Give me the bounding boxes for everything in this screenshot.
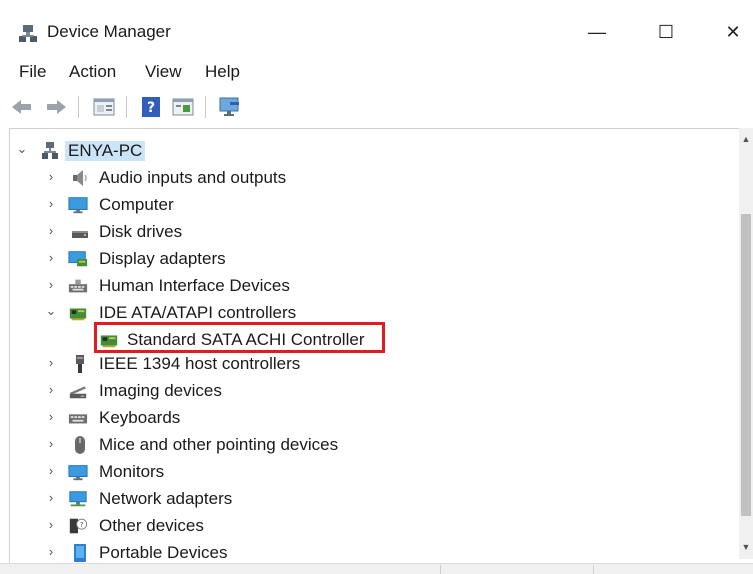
keyboard-device-icon <box>68 279 88 293</box>
properties-icon <box>93 98 115 116</box>
tree-item-disk-drives[interactable]: › Disk drives <box>10 219 740 245</box>
controller-card-icon <box>69 308 87 321</box>
tree-item-label: Display adapters <box>99 249 226 268</box>
tree-root-label: ENYA-PC <box>65 141 146 161</box>
chevron-right-icon[interactable]: › <box>44 517 58 532</box>
tree-item-human-interface-devices[interactable]: › Human Interface Devices <box>10 273 740 299</box>
menu-help[interactable]: Help <box>205 62 240 82</box>
chevron-right-icon[interactable]: › <box>44 250 58 265</box>
portable-device-icon <box>74 544 86 562</box>
monitor-icon <box>68 197 88 214</box>
network-adapter-icon <box>69 491 87 507</box>
chevron-right-icon[interactable]: › <box>44 196 58 211</box>
tree-item-audio[interactable]: › Audio inputs and outputs <box>10 165 740 191</box>
window-title: Device Manager <box>47 22 171 41</box>
tree-item-label: Disk drives <box>99 222 183 241</box>
tree-item-label: Network adapters <box>99 489 233 508</box>
scroll-down-icon[interactable]: ▼ <box>739 540 753 554</box>
tree-item-ieee-1394[interactable]: › IEEE 1394 host controllers <box>10 351 740 377</box>
title-bar: Device Manager — ☐ ✕ <box>0 0 753 62</box>
show-hide-console-tree-icon <box>172 98 194 116</box>
menu-file[interactable]: File <box>19 62 46 82</box>
device-manager-icon <box>19 25 37 42</box>
help-icon: ? <box>142 97 160 117</box>
svg-text:?: ? <box>80 520 84 529</box>
status-bar <box>0 563 753 574</box>
unknown-device-icon: ? <box>69 518 88 534</box>
svg-text:?: ? <box>147 100 155 116</box>
tree-item-label: IDE ATA/ATAPI controllers <box>99 303 297 322</box>
show-hide-console-tree-button[interactable] <box>171 95 195 119</box>
tree-item-monitors[interactable]: › Monitors <box>10 459 740 485</box>
forward-button[interactable] <box>44 95 68 119</box>
menu-action[interactable]: Action <box>69 62 116 82</box>
scanner-icon <box>69 386 87 399</box>
toolbar: ? <box>0 92 753 122</box>
chevron-right-icon[interactable]: › <box>44 490 58 505</box>
properties-button[interactable] <box>92 95 116 119</box>
close-button[interactable]: ✕ <box>713 14 753 50</box>
back-icon <box>12 100 31 114</box>
scroll-thumb[interactable] <box>741 214 751 516</box>
keyboard-icon <box>68 414 88 424</box>
chevron-right-icon[interactable]: › <box>44 169 58 184</box>
display-adapter-icon <box>68 251 88 267</box>
tree-item-label: Computer <box>99 195 174 214</box>
tree-item-mice[interactable]: › Mice and other pointing devices <box>10 432 740 458</box>
chevron-right-icon[interactable]: › <box>44 223 58 238</box>
tree-item-computer[interactable]: › Computer <box>10 192 740 218</box>
minimize-button[interactable]: — <box>577 14 617 50</box>
tree-item-other-devices[interactable]: › ? Other devices <box>10 513 740 539</box>
disk-drive-icon <box>72 231 88 238</box>
chevron-down-icon[interactable]: ⌄ <box>15 141 29 156</box>
tree-item-label: Imaging devices <box>99 381 222 400</box>
tree-item-keyboards[interactable]: › Keyboards <box>10 405 740 431</box>
help-button[interactable]: ? <box>139 95 163 119</box>
chevron-right-icon[interactable]: › <box>44 409 58 424</box>
chevron-right-icon[interactable]: › <box>44 436 58 451</box>
back-button[interactable] <box>10 95 34 119</box>
computer-network-icon <box>42 142 58 159</box>
tree-item-display-adapters[interactable]: › Display adapters <box>10 246 740 272</box>
menu-bar: File Action View Help <box>0 62 753 86</box>
chevron-right-icon[interactable]: › <box>44 382 58 397</box>
speaker-icon <box>73 170 87 186</box>
chevron-right-icon[interactable]: › <box>44 463 58 478</box>
tree-item-label: IEEE 1394 host controllers <box>99 354 301 373</box>
chevron-right-icon[interactable]: › <box>44 355 58 370</box>
device-tree[interactable]: ⌄ ENYA-PC › Audio inputs and outputs › C… <box>9 128 753 574</box>
tree-item-label: Audio inputs and outputs <box>99 168 287 187</box>
chevron-right-icon[interactable]: › <box>44 277 58 292</box>
tree-item-network-adapters[interactable]: › Network adapters <box>10 486 740 512</box>
monitor-icon <box>68 465 88 481</box>
vertical-scrollbar[interactable]: ▲ ▼ <box>739 128 753 559</box>
tree-item-label: Human Interface Devices <box>99 276 290 295</box>
menu-view[interactable]: View <box>145 62 182 82</box>
tree-item-label: Other devices <box>99 516 204 535</box>
chevron-down-icon[interactable]: ⌄ <box>44 303 58 318</box>
scan-hardware-icon <box>219 97 239 116</box>
chevron-right-icon[interactable]: › <box>44 544 58 559</box>
tree-item-label: Mice and other pointing devices <box>99 435 339 454</box>
mouse-icon <box>75 436 85 454</box>
maximize-button[interactable]: ☐ <box>646 14 686 50</box>
tree-item-label: Portable Devices <box>99 543 228 562</box>
scan-hardware-button[interactable] <box>218 95 242 119</box>
tree-item-label: Monitors <box>99 462 165 481</box>
forward-icon <box>47 100 66 114</box>
firewire-plug-icon <box>76 355 84 373</box>
scroll-up-icon[interactable]: ▲ <box>739 132 753 146</box>
tree-root[interactable]: ⌄ ENYA-PC <box>10 138 740 164</box>
tree-item-label: Keyboards <box>99 408 181 427</box>
highlight-annotation <box>94 322 385 353</box>
tree-item-imaging-devices[interactable]: › Imaging devices <box>10 378 740 404</box>
